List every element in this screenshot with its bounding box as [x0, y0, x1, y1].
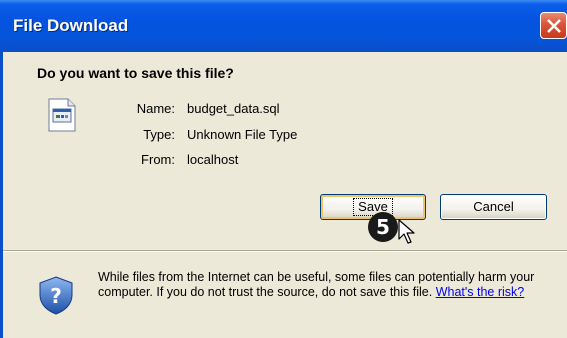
dialog-question: Do you want to save this file?	[37, 65, 234, 81]
close-button[interactable]	[540, 12, 567, 39]
divider-highlight	[0, 251, 567, 252]
svg-text:?: ?	[50, 284, 62, 308]
whats-the-risk-link[interactable]: What's the risk?	[436, 285, 525, 299]
step-number: 5	[376, 215, 390, 239]
type-label: Type:	[143, 127, 175, 142]
mouse-pointer-icon	[398, 219, 415, 244]
title-bar[interactable]: File Download	[0, 0, 567, 52]
window-left-border	[0, 52, 3, 338]
type-value: Unknown File Type	[187, 127, 298, 142]
shield-question-icon: ?	[39, 276, 73, 315]
from-value: localhost	[187, 152, 239, 167]
security-warning: While files from the Internet can be use…	[98, 270, 558, 300]
file-download-dialog: File Download Do you want to save this f…	[0, 0, 567, 338]
from-label: From:	[141, 152, 175, 167]
window-title: File Download	[13, 16, 129, 35]
dialog-body: Do you want to save this file? Name: bud…	[0, 52, 567, 338]
name-label: Name:	[136, 101, 175, 116]
cancel-button[interactable]: Cancel	[440, 194, 547, 220]
close-icon	[547, 19, 561, 33]
name-value: budget_data.sql	[187, 101, 280, 116]
